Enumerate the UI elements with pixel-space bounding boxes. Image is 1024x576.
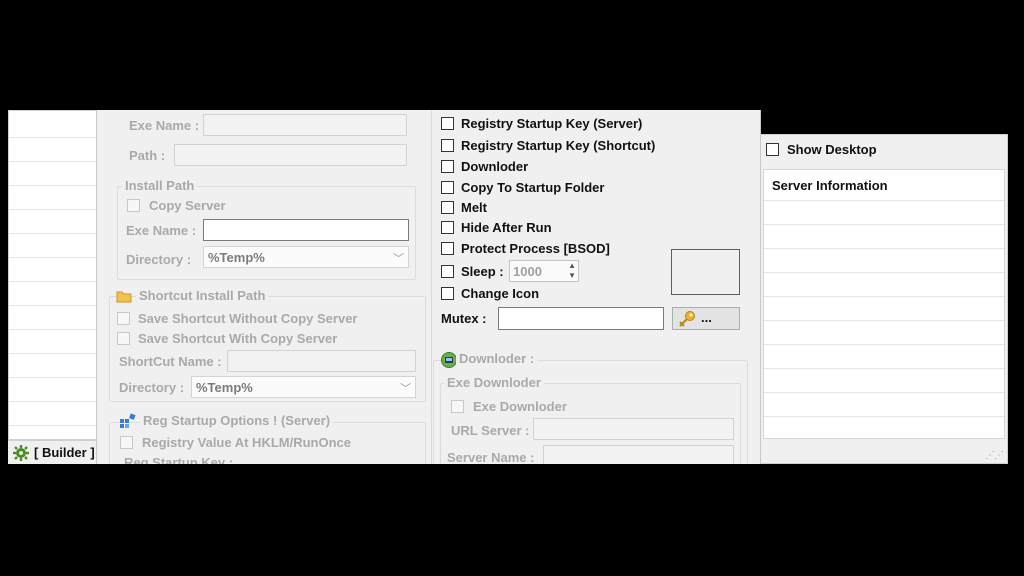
tab-builder[interactable]: [ Builder ]: [10, 443, 96, 463]
copy-startup-folder-checkbox[interactable]: [441, 181, 454, 194]
sleep-checkbox[interactable]: [441, 265, 454, 278]
path-label: Path :: [129, 148, 166, 163]
registry-icon: [120, 413, 136, 428]
stepper-down-icon[interactable]: ▼: [568, 271, 576, 280]
chevron-down-icon: ﹀: [400, 383, 411, 395]
exe-downloader-label: Exe Downloder: [473, 399, 567, 414]
sleep-stepper[interactable]: 1000 ▲ ▼: [509, 260, 579, 282]
save-with-copy-checkbox[interactable]: [117, 332, 130, 345]
protect-process-checkbox[interactable]: [441, 242, 454, 255]
show-desktop-label: Show Desktop: [787, 142, 877, 157]
gear-icon: [13, 445, 29, 461]
registry-startup-server-label: Registry Startup Key (Server): [461, 116, 643, 131]
save-without-copy-checkbox[interactable]: [117, 312, 130, 325]
resize-grip-icon[interactable]: ⋰⋰: [985, 450, 1004, 461]
server-name-field[interactable]: [543, 445, 734, 464]
shortcut-group-title: Shortcut Install Path: [136, 288, 269, 303]
install-exe-name-label: Exe Name :: [126, 223, 197, 238]
shortcut-directory-value: %Temp%: [196, 380, 253, 395]
save-without-copy-label: Save Shortcut Without Copy Server: [138, 311, 358, 326]
sleep-value: 1000: [513, 264, 542, 279]
url-server-label: URL Server :: [451, 423, 530, 438]
tab-builder-label: [ Builder ]: [34, 445, 95, 460]
shortcut-name-field[interactable]: [227, 350, 416, 372]
chevron-down-icon: ﹀: [393, 253, 404, 265]
exe-name-label: Exe Name :: [129, 118, 200, 133]
key-icon: [679, 311, 695, 327]
hide-after-run-checkbox[interactable]: [441, 221, 454, 234]
install-directory-select[interactable]: %Temp% ﹀: [203, 246, 409, 268]
install-path-title: Install Path: [122, 178, 198, 193]
change-icon-label: Change Icon: [461, 286, 540, 301]
reg-startup-key-label: Reg Startup Key :: [124, 455, 234, 464]
server-info-column-header[interactable]: Server Information: [772, 178, 888, 193]
exe-downloader-checkbox[interactable]: [451, 400, 464, 413]
column-divider: [431, 110, 432, 464]
exe-name-field[interactable]: [203, 114, 407, 136]
icon-preview-box[interactable]: [671, 249, 740, 295]
registry-startup-server-checkbox[interactable]: [441, 117, 454, 130]
mutex-button-label: ...: [701, 310, 712, 325]
protect-process-label: Protect Process [BSOD]: [461, 241, 610, 256]
mutex-field[interactable]: [498, 307, 664, 330]
copy-startup-folder-label: Copy To Startup Folder: [461, 180, 605, 195]
change-icon-checkbox[interactable]: [441, 287, 454, 300]
install-directory-label: Directory :: [126, 252, 192, 267]
save-with-copy-label: Save Shortcut With Copy Server: [138, 331, 338, 346]
downloder-checkbox[interactable]: [441, 160, 454, 173]
install-directory-value: %Temp%: [208, 250, 265, 265]
stepper-up-icon[interactable]: ▲: [568, 261, 576, 270]
install-exe-name-field[interactable]: [203, 219, 409, 241]
registry-startup-shortcut-checkbox[interactable]: [441, 139, 454, 152]
builder-dialog: Exe Name : Path : Install Path Copy Serv…: [96, 110, 761, 464]
hklm-runonce-checkbox[interactable]: [120, 436, 133, 449]
mutex-label: Mutex :: [441, 311, 487, 326]
server-info-list[interactable]: Server Information: [763, 169, 1005, 439]
hklm-runonce-label: Registry Value At HKLM/RunOnce: [142, 435, 351, 450]
shortcut-directory-select[interactable]: %Temp% ﹀: [191, 376, 416, 398]
downloader-title: Downloder :: [456, 351, 538, 366]
background-list-panel: [8, 110, 98, 440]
melt-checkbox[interactable]: [441, 201, 454, 214]
melt-label: Melt: [461, 200, 487, 215]
reg-startup-title: Reg Startup Options ! (Server): [140, 413, 334, 428]
show-desktop-checkbox[interactable]: [766, 143, 779, 156]
downloder-label: Downloder: [461, 159, 529, 174]
copy-server-label: Copy Server: [149, 198, 226, 213]
url-server-field[interactable]: [533, 418, 734, 440]
copy-server-checkbox[interactable]: [127, 199, 140, 212]
exe-downloader-group-title: Exe Downloder: [444, 375, 544, 390]
registry-startup-shortcut-label: Registry Startup Key (Shortcut): [461, 138, 656, 153]
shortcut-directory-label: Directory :: [119, 380, 185, 395]
server-name-label: Server Name :: [447, 450, 535, 464]
mutex-generate-button[interactable]: ...: [672, 307, 740, 330]
folder-icon: [116, 291, 132, 303]
sleep-label: Sleep :: [461, 264, 504, 279]
server-info-window: Show Desktop Server Information ⋰⋰: [760, 134, 1008, 464]
hide-after-run-label: Hide After Run: [461, 220, 552, 235]
shortcut-name-label: ShortCut Name :: [119, 354, 222, 369]
path-field[interactable]: [174, 144, 407, 166]
